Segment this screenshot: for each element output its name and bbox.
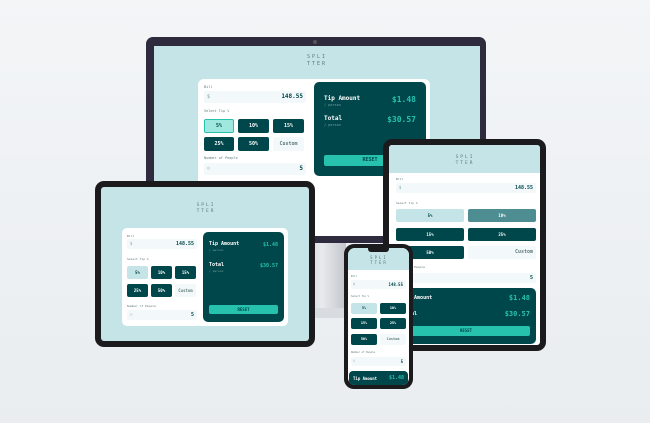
app-title-line2: TTER <box>455 161 475 166</box>
bill-value: 148.55 <box>388 282 403 287</box>
tip-amount-value: $1.48 <box>508 294 530 302</box>
app-title: SPLI TTER <box>302 54 332 68</box>
tip-amount-value: $1.48 <box>262 242 278 248</box>
app-title-line2: TTER <box>196 209 216 214</box>
tip-custom-input[interactable]: Custom <box>380 334 406 345</box>
tip-option-5[interactable]: 5% <box>127 266 148 279</box>
bill-input[interactable]: $ 148.55 <box>396 183 536 193</box>
tip-option-15[interactable]: 15% <box>175 266 196 279</box>
bill-value: 148.55 <box>281 93 303 100</box>
reset-button[interactable]: RESET <box>209 305 278 314</box>
tip-option-5[interactable]: 5% <box>396 209 464 222</box>
reset-button[interactable]: RESET <box>402 326 530 336</box>
dollar-icon: $ <box>207 94 211 100</box>
people-value: 5 <box>299 165 303 172</box>
bill-label: Bill <box>396 177 404 181</box>
results-panel: Tip Amount $1.48 Total $30.57 RESET <box>396 288 536 344</box>
total-value: $30.57 <box>387 115 416 124</box>
people-input[interactable]: ☺ 5 <box>351 357 406 366</box>
tip-option-15[interactable]: 15% <box>273 119 304 133</box>
bill-label: Bill <box>351 275 358 278</box>
tip-custom-input[interactable]: Custom <box>175 284 196 297</box>
phone-notch <box>368 248 389 252</box>
dollar-icon: $ <box>130 241 133 246</box>
tip-option-5[interactable]: 5% <box>351 303 377 314</box>
app-title-line1: SPLI <box>306 54 328 60</box>
total-sub: / person <box>324 123 341 127</box>
tip-option-50[interactable]: 50% <box>238 137 269 151</box>
tip-label: Select Tip % <box>351 295 370 298</box>
tablet-landscape-screen: SPLI TTER Bill $ 148.55 Select Tip % 5% … <box>101 187 309 341</box>
tip-option-25[interactable]: 25% <box>127 284 148 297</box>
bill-label: Bill <box>127 234 135 238</box>
monitor-camera <box>313 40 317 44</box>
tip-amount-label: Tip Amount <box>353 376 378 381</box>
bill-value: 148.55 <box>514 185 533 191</box>
app-title: SPLI TTER <box>450 155 480 167</box>
tip-option-50[interactable]: 50% <box>151 284 172 297</box>
people-input[interactable]: ☺ 5 <box>396 273 536 283</box>
tip-amount-sub: / person <box>324 103 341 107</box>
tip-amount-value: $1.48 <box>388 375 404 381</box>
app-title: SPLI TTER <box>364 255 394 265</box>
tip-option-25[interactable]: 25% <box>468 228 536 241</box>
app-title-line2: TTER <box>306 61 328 67</box>
people-value: 5 <box>190 312 194 318</box>
tip-option-10[interactable]: 10% <box>380 303 406 314</box>
results-panel: Tip Amount $1.48 <box>349 371 408 385</box>
bill-label: Bill <box>204 85 213 89</box>
person-icon: ☺ <box>207 166 211 172</box>
people-label: Number of People <box>351 351 376 354</box>
phone-screen: SPLI TTER Bill $ 148.55 Select Tip % 5% … <box>348 248 409 385</box>
total-sub: / person <box>209 269 224 273</box>
tip-option-5[interactable]: 5% <box>204 119 234 133</box>
bill-value: 148.55 <box>175 241 194 247</box>
tip-label: Select Tip % <box>396 201 418 205</box>
dollar-icon: $ <box>399 185 402 190</box>
person-icon: ☺ <box>130 312 133 317</box>
bill-input[interactable]: $ 148.55 <box>351 280 406 289</box>
total-value: $30.57 <box>259 263 278 269</box>
total-label: Total <box>209 262 225 268</box>
app-title-line2: TTER <box>370 260 388 265</box>
tip-label: Select Tip % <box>204 109 230 113</box>
tip-amount-label: Tip Amount <box>209 241 240 247</box>
people-label: Number of People <box>204 156 238 160</box>
tip-amount-value: $1.48 <box>391 95 416 104</box>
people-label: Number of People <box>127 304 156 308</box>
people-value: 5 <box>400 359 403 364</box>
tip-custom-input[interactable]: Custom <box>273 137 304 151</box>
tip-option-25[interactable]: 25% <box>380 318 406 329</box>
tip-option-50[interactable]: 50% <box>351 334 377 345</box>
tip-option-10[interactable]: 10% <box>468 209 536 222</box>
people-input[interactable]: ☺ 5 <box>127 310 197 320</box>
tip-label: Select Tip % <box>127 257 149 261</box>
tip-option-10[interactable]: 10% <box>238 119 269 133</box>
results-panel: Tip Amount / person $1.48 Total / person… <box>203 232 284 322</box>
tip-option-25[interactable]: 25% <box>204 137 234 151</box>
tip-option-15[interactable]: 15% <box>396 228 464 241</box>
people-input[interactable]: ☺ 5 <box>204 163 306 175</box>
tip-amount-label: Tip Amount <box>324 95 361 102</box>
app-title: SPLI TTER <box>191 203 221 215</box>
bill-input[interactable]: $ 148.55 <box>127 239 197 249</box>
total-value: $30.57 <box>504 310 530 318</box>
dollar-icon: $ <box>353 282 356 286</box>
tip-option-10[interactable]: 10% <box>151 266 172 279</box>
tip-custom-input[interactable]: Custom <box>468 246 536 259</box>
person-icon: ☺ <box>353 359 356 363</box>
calculator-card: Bill $ 148.55 Select Tip % 5% 10% 15% 25… <box>122 228 288 326</box>
tip-option-15[interactable]: 15% <box>351 318 377 329</box>
bill-input[interactable]: $ 148.55 <box>204 91 306 103</box>
people-value: 5 <box>529 275 533 281</box>
total-label: Total <box>324 115 343 122</box>
tip-amount-sub: / person <box>209 248 224 252</box>
